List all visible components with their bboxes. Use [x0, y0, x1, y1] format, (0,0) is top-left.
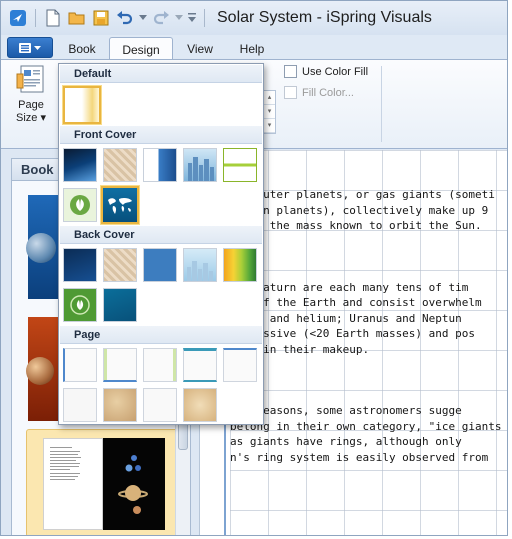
paragraph: ese reasons, some astronomers sugge belo…	[230, 404, 502, 464]
back-cover-swatch[interactable]	[103, 248, 137, 282]
back-cover-swatch[interactable]	[63, 248, 97, 282]
front-cover-swatch[interactable]	[63, 148, 97, 182]
page-swatch[interactable]	[143, 388, 177, 422]
paragraph: our outer planets, or gas giants (someti…	[230, 188, 495, 232]
background-gallery-dropdown: Default Front Cover Back Cover Page	[58, 63, 264, 425]
title-bar: Solar System - iSpring Visuals	[1, 1, 507, 35]
customize-toolbar-icon[interactable]	[186, 7, 198, 29]
gallery-section-page: Page	[60, 326, 262, 344]
front-cover-swatch[interactable]	[103, 148, 137, 182]
page-size-button[interactable]: Page Size ▾	[9, 64, 53, 144]
back-cover-swatch[interactable]	[223, 248, 257, 282]
gallery-section-back-cover: Back Cover	[60, 226, 262, 244]
page-swatch[interactable]	[183, 388, 217, 422]
tab-design[interactable]: Design	[109, 37, 173, 61]
ribbon-tab-bar: Book Design View Help	[1, 35, 507, 61]
page-swatch[interactable]	[183, 348, 217, 382]
tab-view[interactable]: View	[177, 37, 223, 60]
new-document-icon[interactable]	[42, 7, 64, 29]
front-cover-swatch[interactable]	[223, 148, 257, 182]
page-size-icon	[16, 65, 44, 93]
page-swatch[interactable]	[63, 388, 97, 422]
page-swatch[interactable]	[63, 348, 97, 382]
front-cover-swatch-selected[interactable]	[101, 186, 139, 224]
page-swatch[interactable]	[103, 388, 137, 422]
size-spinner[interactable]: ▴ ▾ ▾	[263, 90, 276, 134]
app-logo-icon[interactable]	[7, 7, 29, 29]
quick-access-toolbar	[1, 7, 209, 29]
open-folder-icon[interactable]	[66, 7, 88, 29]
undo-dropdown-icon[interactable]	[138, 7, 148, 29]
application-menu-button[interactable]	[7, 37, 53, 58]
earth-page-image	[26, 195, 58, 299]
page-swatch[interactable]	[143, 348, 177, 382]
undo-icon[interactable]	[114, 7, 136, 29]
document-text[interactable]: our outer planets, or gas giants (someti…	[230, 156, 507, 511]
planets-page-image	[103, 438, 165, 530]
front-cover-swatch[interactable]	[143, 148, 177, 182]
gallery-section-default: Default	[60, 65, 262, 83]
venus-page-image	[26, 317, 58, 421]
page-thumbnail-selected[interactable]	[26, 429, 178, 535]
front-cover-swatch[interactable]	[63, 188, 97, 222]
fill-color-button[interactable]: Fill Color...	[284, 86, 354, 99]
checkbox-box[interactable]	[284, 65, 297, 78]
spin-more-icon[interactable]: ▾	[264, 119, 275, 133]
ribbon-separator	[381, 66, 382, 142]
back-cover-swatch[interactable]	[183, 248, 217, 282]
page-size-label-2: Size ▾	[16, 112, 46, 124]
back-cover-swatch[interactable]	[63, 288, 97, 322]
app-window: Solar System - iSpring Visuals Book Desi…	[0, 0, 508, 536]
tab-help[interactable]: Help	[229, 37, 275, 60]
use-color-fill-label: Use Color Fill	[302, 65, 369, 78]
back-cover-swatch[interactable]	[103, 288, 137, 322]
save-icon[interactable]	[90, 7, 112, 29]
use-color-fill-checkbox[interactable]: Use Color Fill	[284, 65, 368, 78]
menu-icon	[19, 42, 41, 53]
default-background-swatch[interactable]	[63, 86, 101, 124]
page-swatch[interactable]	[223, 348, 257, 382]
fill-color-swatch-icon	[284, 86, 297, 99]
spin-up-icon[interactable]: ▴	[264, 91, 275, 105]
redo-dropdown-icon[interactable]	[174, 7, 184, 29]
redo-icon[interactable]	[150, 7, 172, 29]
tab-book[interactable]: Book	[59, 37, 105, 60]
gallery-section-front-cover: Front Cover	[60, 126, 262, 144]
spin-down-icon[interactable]: ▾	[264, 105, 275, 119]
window-title: Solar System - iSpring Visuals	[217, 9, 432, 26]
page-size-label: Page	[18, 99, 44, 111]
back-cover-swatch[interactable]	[143, 248, 177, 282]
page-swatch[interactable]	[103, 348, 137, 382]
text-page-image	[43, 438, 103, 530]
fill-color-label: Fill Color...	[302, 86, 354, 99]
paragraph: and Saturn are each many tens of tim ass…	[230, 280, 482, 356]
front-cover-swatch[interactable]	[183, 148, 217, 182]
